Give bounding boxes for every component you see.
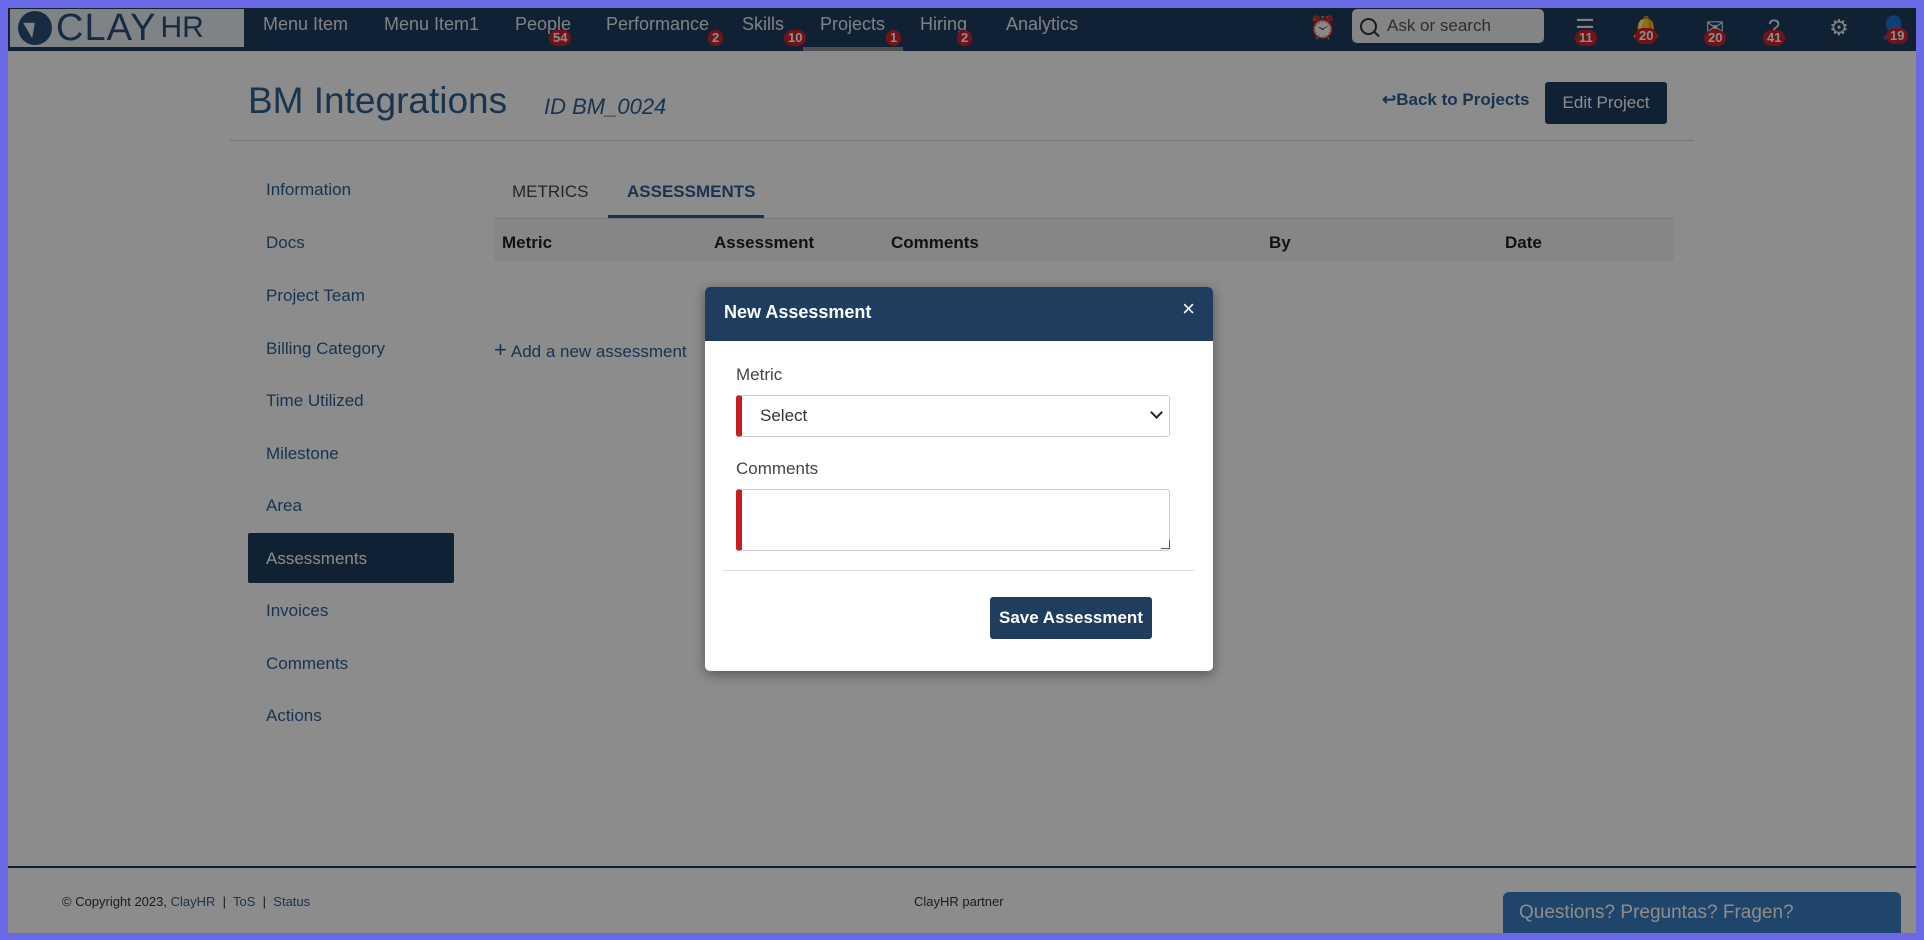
modal-title: New Assessment — [724, 302, 872, 322]
app-frame: CLAY HR Menu Item Menu Item1 People 54 P… — [8, 8, 1916, 933]
metric-label: Metric — [736, 365, 783, 384]
metric-select[interactable]: Select — [736, 395, 1170, 437]
metric-select-value: Select — [760, 406, 808, 425]
modal-divider — [723, 570, 1195, 571]
save-assessment-button[interactable]: Save Assessment — [990, 597, 1152, 639]
modal-header: New Assessment × — [705, 287, 1213, 341]
comments-label: Comments — [736, 459, 819, 478]
comments-textarea[interactable] — [736, 489, 1170, 551]
new-assessment-modal: New Assessment × Metric Select Comments … — [705, 287, 1213, 671]
close-icon[interactable]: × — [1182, 296, 1195, 322]
chevron-down-icon — [1150, 406, 1163, 419]
resize-handle-icon[interactable] — [1161, 540, 1170, 549]
